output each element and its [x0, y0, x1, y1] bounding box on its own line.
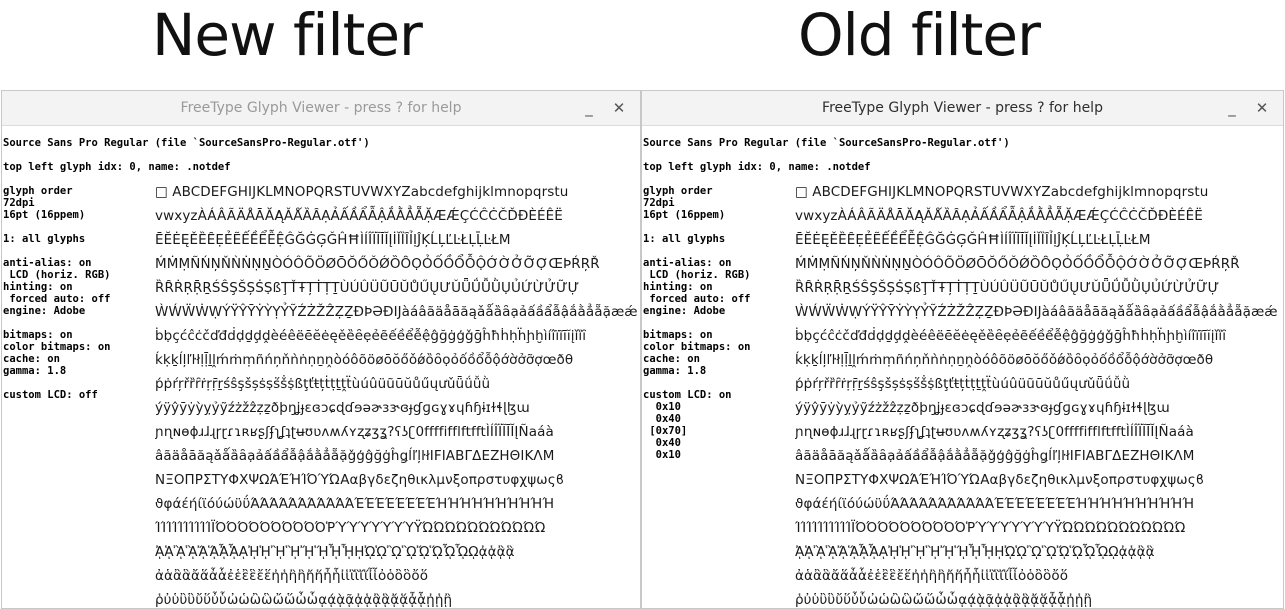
setting-line: glyph order	[3, 185, 73, 197]
glyph-row: ῥὐὑὒὓὔὕὖὗὠὡὢὣὤὥὦὧᾳᾴᾲᾷᾀᾁᾂᾃᾄᾅᾆᾇᾐᾑᾒ	[155, 592, 453, 608]
glyph-index-line: top left glyph idx: 0, name: .notdef	[643, 161, 871, 173]
glyph-row: ýÿŷȳẏỳỵỷỹźżžẑẓẕðþŋʝɟɛɞɔɕɖɗɘəɚɜɝɞɟɠɡɢɣɤɥɦ…	[795, 400, 1170, 416]
setting-line	[643, 245, 793, 257]
setting-line: bitmaps: on	[643, 329, 713, 341]
setting-line: custom LCD: off	[3, 389, 98, 401]
setting-line: anti-alias: on	[643, 257, 732, 269]
setting-line	[643, 377, 793, 389]
setting-line: engine: Adobe	[643, 305, 726, 317]
glyph-row: ἀἁἂἃἄἅἆἇἐἑἒἓἔἕἠἡἢἣἤἥἦἧἰἱἲἳἴἵἶἷὀὁὂὃὄὅ	[795, 568, 1069, 584]
setting-line: custom LCD: on	[643, 389, 732, 401]
glyph-row: ȐȒṘṚṜṞŚŜŞŠȘṠṢßŢŤŦȚṪṬṮÙÚÛÜŨŪŬŮŰŲƯǓǕǗǙǛỤỦỨ…	[795, 280, 1220, 296]
setting-line	[3, 245, 153, 257]
setting-line: bitmaps: on	[3, 329, 73, 341]
glyph-row: ṕṗŕŗřȑȓṙṛṝṟśŝşšșṡṣṥṧṩßţťŧțṫṭṯṱẗùúûüũūŭůű…	[795, 376, 1131, 392]
glyph-viewer-window-old[interactable]: FreeType Glyph Viewer - press ? for help…	[641, 90, 1284, 609]
glyph-row: ṕṗŕŗřȑȓṙṛṝṟśŝşšșṡṣṥṧṩßţťŧțṫṭṯṱẗùúûüũūŭůű…	[155, 376, 491, 392]
close-button[interactable]: ✕	[608, 91, 630, 125]
setting-line: hinting: on	[3, 281, 73, 293]
setting-line: gamma: 1.8	[3, 365, 67, 377]
glyph-row: ḃḅçćĉċčďđḋḍḏḑḓèéêëēĕėęěȅȇẹẻẽếềểễệĝğġģǧḡĥ…	[795, 328, 1227, 344]
viewer-canvas[interactable]: Source Sans Pro Regular (file `SourceSan…	[2, 126, 640, 608]
glyph-row: ḾṀṂÑŃŅŇǸṄṆṈÒÓÔÕÖØŌŎŐǑǾȌȎỌỎỐỒỔỖỘỚỜỞỠỢŒÞŔŖ…	[795, 256, 1240, 272]
setting-line: cache: on	[643, 353, 700, 365]
viewer-canvas[interactable]: Source Sans Pro Regular (file `SourceSan…	[642, 126, 1283, 608]
glyph-index-line: top left glyph idx: 0, name: .notdef	[3, 161, 231, 173]
headline-old-filter: Old filter	[798, 1, 1041, 69]
font-file-line: Source Sans Pro Regular (file `SourceSan…	[643, 137, 1010, 149]
window-title: FreeType Glyph Viewer - press ? for help	[180, 100, 462, 116]
setting-line: forced auto: off	[643, 293, 751, 305]
setting-line: 0x10	[643, 401, 681, 413]
glyph-row: ἀἁἂἃἄἅἆἇἐἑἒἓἔἕἠἡἢἣἤἥἦἧἰἱἲἳἴἵἶἷὀὁὂὃὄὅ	[155, 568, 429, 584]
glyph-row: ẀẂẄẆẈÝŸŶȲẎỲỴỶỸŹŻŽẐẒẔÐÞƏĐĲàáâãäåāăąǎǻȁȃạả…	[795, 304, 1278, 320]
setting-line: LCD (horiz. RGB)	[3, 269, 111, 281]
setting-line: LCD (horiz. RGB)	[643, 269, 751, 281]
glyph-row: ᾈᾉᾊᾋᾌᾍᾎᾏᾼᾘᾙᾚᾛᾜᾝᾞᾟῌᾨᾩᾪᾫᾬᾭᾮᾯῼᾀᾁᾂᾃ	[795, 544, 1155, 560]
setting-line: 16pt (16ppem)	[3, 209, 86, 221]
glyph-row: ΝΞΟΠΡΣΤΥΦΧΨΩΆΈΉΊΌΎΏΑαβγδεζηθικλμνξοπρστυ…	[155, 472, 565, 488]
glyph-viewer-window-new[interactable]: FreeType Glyph Viewer - press ? for help…	[1, 90, 641, 609]
glyph-row: ẀẂẄẆẈÝŸŶȲẎỲỴỶỸŹŻŽẐẒẔÐÞƏĐĲàáâãäåāăąǎǻȁȃạả…	[155, 304, 638, 320]
glyph-grid: □ ABCDEFGHIJKLMNOPQRSTUVWXYZabcdefghijkl…	[155, 180, 640, 608]
window-titlebar[interactable]: FreeType Glyph Viewer - press ? for help…	[2, 91, 640, 126]
minimize-button[interactable]: _	[1221, 91, 1243, 125]
glyph-row: ῥὐὑὒὓὔὕὖὗὠὡὢὣὤὥὦὧᾳᾴᾲᾷᾀᾁᾂᾃᾄᾅᾆᾇᾐᾑᾒ	[795, 592, 1093, 608]
glyph-row: âãäåāăąǎǻȁȃạảấầẩẫậắằẳẵặǧģĝğġĥǥĺľļŀłIFIAB…	[155, 448, 555, 464]
setting-line: 1: all glyphs	[3, 233, 86, 245]
glyph-row: ΝΞΟΠΡΣΤΥΦΧΨΩΆΈΉΊΌΎΏΑαβγδεζηθικλμνξοπρστυ…	[795, 472, 1205, 488]
setting-line: 0x40	[643, 437, 681, 449]
setting-line	[643, 317, 793, 329]
setting-line: [0x70]	[643, 425, 688, 437]
setting-line	[3, 377, 153, 389]
glyph-row: ĒĔĖĘĚȄȆẸẺẼẾỀỂỄỆĜĞĠĢǦĤĦÌÍÎÏĨĪĬĮİǏȈȊỈỊĴĶĹĻ…	[155, 232, 511, 248]
glyph-row: ᾈᾉᾊᾋᾌᾍᾎᾏᾼᾘᾙᾚᾛᾜᾝᾞᾟῌᾨᾩᾪᾫᾬᾭᾮᾯῼᾀᾁᾂᾃ	[155, 544, 515, 560]
setting-line: 0x40	[643, 413, 681, 425]
glyph-row: □ ABCDEFGHIJKLMNOPQRSTUVWXYZabcdefghijkl…	[155, 184, 569, 200]
setting-line	[3, 221, 153, 233]
window-title: FreeType Glyph Viewer - press ? for help	[822, 100, 1103, 116]
setting-line: glyph order	[643, 185, 713, 197]
glyph-row: âãäåāăąǎǻȁȃạảấầẩẫậắằẳẵặǧģĝğġĥǥĺľļŀłIFIAB…	[795, 448, 1195, 464]
glyph-row: vwxyzÀÁÂÃÄÅĀĂĄǍǺȀȂẠẢẤẦẨẪẬẮẰẲẴẶÆǼÇĆĈĊČĎĐÈ…	[795, 208, 1203, 224]
setting-line: anti-alias: on	[3, 257, 92, 269]
setting-line: 0x10	[643, 449, 681, 461]
setting-line	[643, 221, 793, 233]
setting-line: cache: on	[3, 353, 60, 365]
glyph-row: ϑφάέήίϊόύώϋΰΆΆΆΆΆΆΆΆΆΆΆΈΈΈΈΈΈΈΈΉΉΉΉΉΉΉΉΉ…	[155, 496, 555, 512]
glyph-row: vwxyzÀÁÂÃÄÅĀĂĄǍǺȀȂẠẢẤẦẨẪẬẮẰẲẴẶÆǼÇĆĈĊČĎĐÈ…	[155, 208, 563, 224]
glyph-row: ḾṀṂÑŃŅŇǸṄṆṈÒÓÔÕÖØŌŎŐǑǾȌȎỌỎỐỒỔỖỘỚỜỞỠỢŒÞŔŖ…	[155, 256, 600, 272]
settings-panel: glyph order 72dpi 16pt (16ppem) 1: all glyp…	[643, 185, 793, 461]
font-file-line: Source Sans Pro Regular (file `SourceSan…	[3, 137, 370, 149]
glyph-row: ϑφάέήίϊόύώϋΰΆΆΆΆΆΆΆΆΆΆΆΈΈΈΈΈΈΈΈΉΉΉΉΉΉΉΉΉ…	[795, 496, 1195, 512]
setting-line: gamma: 1.8	[643, 365, 707, 377]
window-titlebar[interactable]: FreeType Glyph Viewer - press ? for help…	[642, 91, 1283, 126]
minimize-button[interactable]: _	[578, 91, 600, 125]
setting-line: 16pt (16ppem)	[643, 209, 726, 221]
glyph-row: ḃḅçćĉċčďđḋḍḏḑḓèéêëēĕėęěȅȇẹẻẽếềểễệĝğġģǧḡĥ…	[155, 328, 587, 344]
setting-line: engine: Adobe	[3, 305, 86, 317]
glyph-row: ɲɳɴɵɸɹɺɻɼɽɾɿʀʁʂʃʄʅʆʇʈʉʊʋʌʍʎʏʐʑʒʓ?ʕʖʗ0fff…	[155, 424, 554, 440]
setting-line: 72dpi	[643, 197, 675, 209]
glyph-row: ΊΊΊΊΊΊΊΊΊΊΪΌΌΌΌΌΌΌΌΌΌῬΎΎΎΎΎΎΎΫΏΏΏΏΏΏΏΏΏΏ…	[155, 520, 546, 536]
headline-new-filter: New filter	[152, 1, 423, 69]
glyph-row: ýÿŷȳẏỳỵỷỹźżžẑẓẕðþŋʝɟɛɞɔɕɖɗɘəɚɜɝɞɟɠɡɢɣɤɥɦ…	[155, 400, 530, 416]
glyph-row: □ ABCDEFGHIJKLMNOPQRSTUVWXYZabcdefghijkl…	[795, 184, 1209, 200]
glyph-row: ḱḳḵĺļľŀłḷḹḻḽḿṁṃñńņňǹṅṇṉṋòóôõöøōŏőǒǿȍȏọỏố…	[155, 352, 574, 368]
settings-panel: glyph order 72dpi 16pt (16ppem) 1: all glyp…	[3, 185, 153, 401]
setting-line: 1: all glyphs	[643, 233, 726, 245]
setting-line: forced auto: off	[3, 293, 111, 305]
glyph-row: ḱḳḵĺļľŀłḷḹḻḽḿṁṃñńņňǹṅṇṉṋòóôõöøōŏőǒǿȍȏọỏố…	[795, 352, 1214, 368]
glyph-row: ĒĔĖĘĚȄȆẸẺẼẾỀỂỄỆĜĞĠĢǦĤĦÌÍÎÏĨĪĬĮİǏȈȊỈỊĴĶĹĻ…	[795, 232, 1151, 248]
setting-line	[3, 317, 153, 329]
glyph-row: ɲɳɴɵɸɹɺɻɼɽɾɿʀʁʂʃʄʅʆʇʈʉʊʋʌʍʎʏʐʑʒʓ?ʕʖʗ0fff…	[795, 424, 1194, 440]
setting-line: color bitmaps: on	[3, 341, 111, 353]
setting-line: color bitmaps: on	[643, 341, 751, 353]
close-button[interactable]: ✕	[1251, 91, 1273, 125]
setting-line: 72dpi	[3, 197, 35, 209]
glyph-row: ΊΊΊΊΊΊΊΊΊΊΪΌΌΌΌΌΌΌΌΌΌῬΎΎΎΎΎΎΎΫΏΏΏΏΏΏΏΏΏΏ…	[795, 520, 1186, 536]
setting-line: hinting: on	[643, 281, 713, 293]
glyph-row: ȐȒṘṚṜṞŚŜŞŠȘṠṢßŢŤŦȚṪṬṮÙÚÛÜŨŪŬŮŰŲƯǓǕǗǙǛỤỦỨ…	[155, 280, 580, 296]
glyph-grid: □ ABCDEFGHIJKLMNOPQRSTUVWXYZabcdefghijkl…	[795, 180, 1283, 608]
